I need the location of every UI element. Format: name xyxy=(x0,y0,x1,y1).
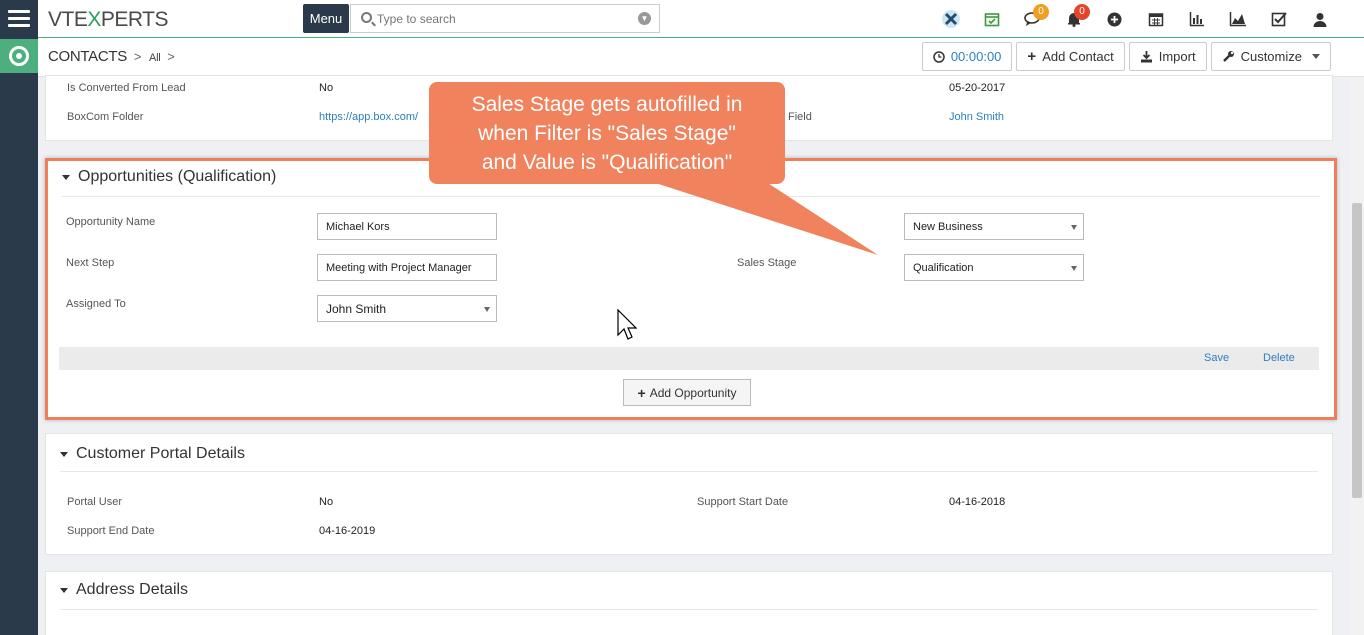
page-scrollbar[interactable] xyxy=(1350,77,1364,635)
annotation-callout: Sales Stage gets autofilled in when Filt… xyxy=(429,82,785,184)
callout-line: Sales Stage gets autofilled in xyxy=(471,93,743,116)
callout-line: and Value is "Qualification" xyxy=(481,151,733,174)
mouse-cursor-icon xyxy=(617,309,637,340)
callout-line: when Filter is "Sales Stage" xyxy=(478,122,736,145)
scrollbar-thumb[interactable] xyxy=(1352,203,1362,498)
